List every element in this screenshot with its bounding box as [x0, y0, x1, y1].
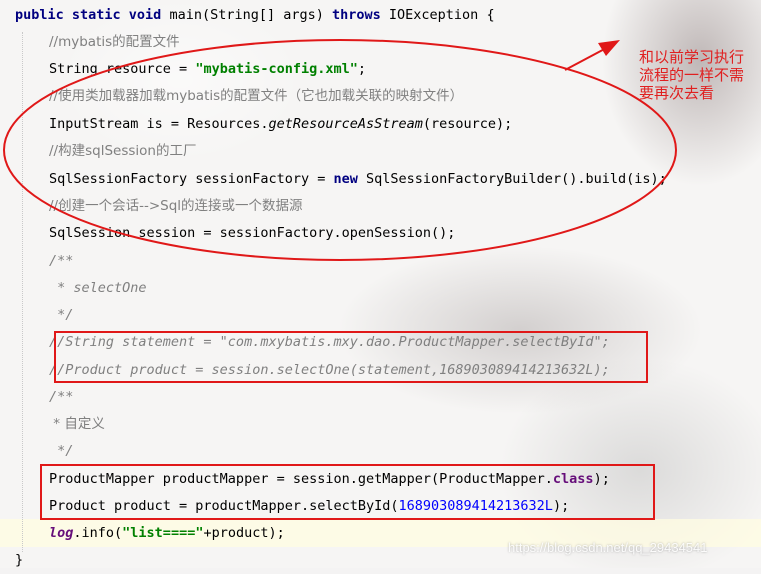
code-line-comment-classloader: //使用类加载器加载mybatis的配置文件（它也加载关联的映射文件）	[49, 88, 464, 104]
code-line-resource: String resource = "mybatis-config.xml";	[49, 61, 367, 77]
code-line-comment-factory: //构建sqlSession的工厂	[49, 143, 197, 159]
code-line-javadoc2-end: */	[49, 443, 74, 459]
code-line-javadoc2-start: /**	[49, 389, 74, 405]
annotation-box-getmapper	[40, 464, 655, 520]
code-line-javadoc-selectone: * selectOne	[49, 280, 147, 296]
code-line-comment-session: //创建一个会话-->Sql的连接或一个数据源	[49, 198, 303, 214]
annotation-box-selectone	[54, 331, 648, 383]
code-line-log-info: log.info("list===="+product);	[49, 525, 285, 541]
code-line-inputstream: InputStream is = Resources.getResourceAs…	[49, 116, 513, 132]
code-line-closing-brace: }	[15, 552, 24, 568]
code-line-session-factory: SqlSessionFactory sessionFactory = new S…	[49, 171, 667, 187]
annotation-note: 和以前学习执行流程的一样不需要再次去看	[639, 48, 745, 102]
code-line-method-signature: public static void main(String[] args) t…	[15, 7, 495, 23]
code-line-javadoc-custom: * 自定义	[49, 416, 105, 432]
indent-guide	[22, 32, 24, 552]
watermark: https://blog.csdn.net/qq_29434541	[508, 540, 708, 555]
code-line-open-session: SqlSession session = sessionFactory.open…	[49, 225, 456, 241]
code-line-comment-config: //mybatis的配置文件	[49, 34, 180, 50]
code-line-javadoc-end: */	[49, 307, 74, 323]
code-line-javadoc-start: /**	[49, 253, 74, 269]
